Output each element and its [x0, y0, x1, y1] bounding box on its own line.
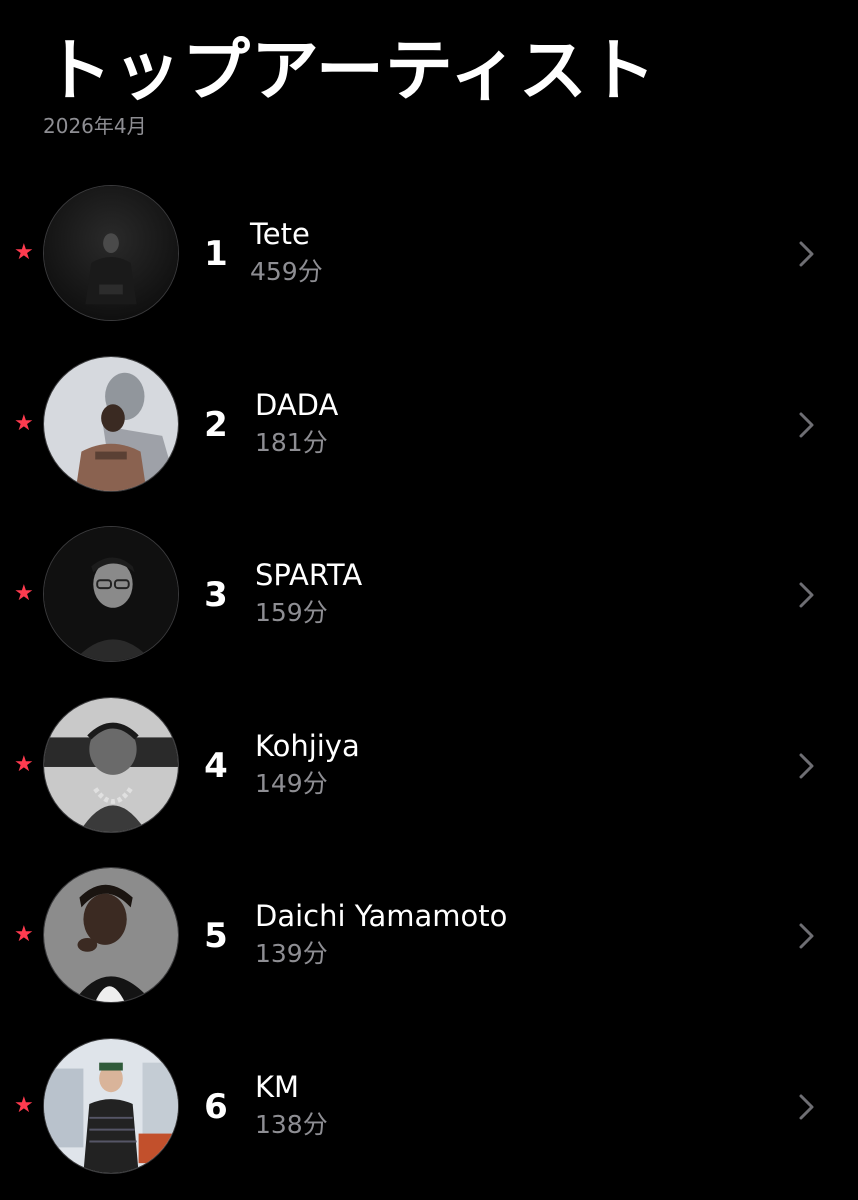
listening-minutes: 159分 [255, 598, 328, 628]
chevron-right-icon [799, 753, 814, 779]
favorite-star-icon: ★ [14, 1092, 34, 1118]
favorite-star-icon: ★ [14, 410, 34, 436]
chevron-right-icon [799, 582, 814, 608]
listening-minutes: 139分 [255, 939, 328, 969]
page-title: トップアーティスト [44, 32, 657, 111]
rank-number: 4 [204, 745, 228, 786]
artist-row-4[interactable]: ★ 4 Kohjiya 149分 [0, 682, 858, 853]
artist-avatar [43, 867, 179, 1004]
artist-row-3[interactable]: ★ 3 SPARTA 159分 [0, 511, 858, 682]
artist-row-6[interactable]: ★ 6 KM 138分 [0, 1023, 858, 1194]
artist-avatar [43, 526, 179, 663]
artist-avatar [43, 355, 179, 492]
rank-number: 5 [204, 916, 228, 957]
artist-list: ★ 1 Tete 459分 ★ 2 DADA 181分 ★ 3 SPARTA 1… [0, 170, 858, 1194]
artist-row-5[interactable]: ★ 5 Daichi Yamamoto 139分 [0, 852, 858, 1023]
rank-number: 6 [204, 1086, 228, 1127]
chevron-right-icon [799, 923, 814, 949]
favorite-star-icon: ★ [14, 751, 34, 777]
chevron-right-icon [799, 1094, 814, 1120]
artist-name: Daichi Yamamoto [255, 899, 508, 934]
listening-minutes: 149分 [255, 768, 328, 798]
artist-avatar [43, 696, 179, 833]
artist-row-2[interactable]: ★ 2 DADA 181分 [0, 341, 858, 512]
listening-minutes: 138分 [255, 1109, 328, 1139]
favorite-star-icon: ★ [14, 581, 34, 607]
favorite-star-icon: ★ [14, 240, 34, 265]
artist-name: KM [255, 1069, 300, 1104]
artist-row-1[interactable]: ★ 1 Tete 459分 [0, 170, 858, 341]
artist-avatar [43, 185, 179, 321]
page-subtitle: 2026年4月 [43, 114, 147, 138]
chevron-right-icon [799, 412, 814, 438]
chevron-right-icon [799, 241, 814, 267]
artist-name: Kohjiya [255, 728, 360, 763]
artist-name: SPARTA [255, 558, 363, 593]
artist-avatar [43, 1037, 179, 1174]
listening-minutes: 459分 [250, 257, 323, 286]
artist-name: DADA [255, 387, 339, 422]
listening-minutes: 181分 [255, 427, 328, 457]
artist-name: Tete [250, 217, 310, 251]
rank-number: 3 [204, 575, 228, 616]
favorite-star-icon: ★ [14, 922, 34, 948]
rank-number: 2 [204, 404, 228, 445]
rank-number: 1 [204, 234, 228, 274]
